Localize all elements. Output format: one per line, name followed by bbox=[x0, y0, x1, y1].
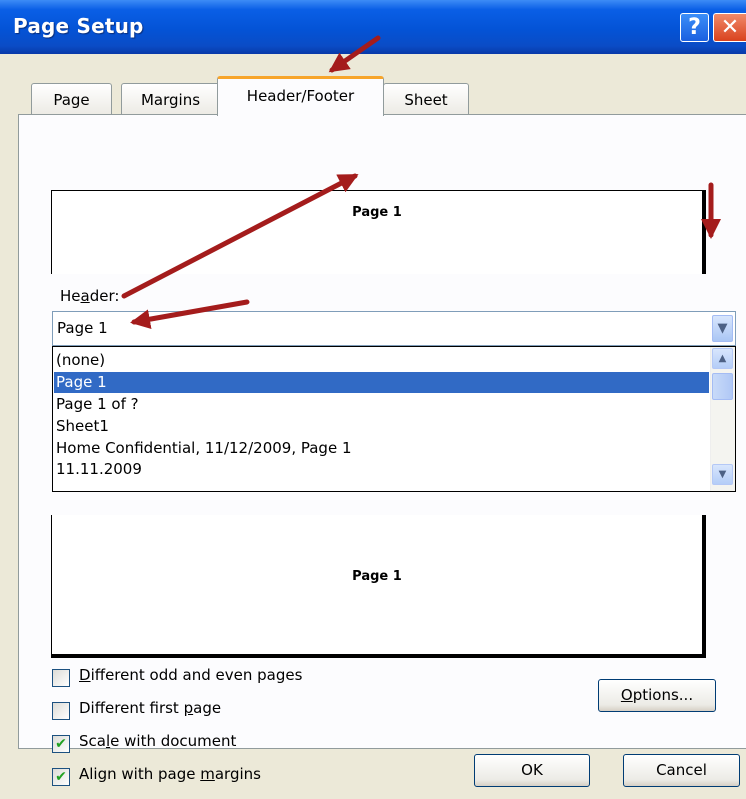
close-icon: ✕ bbox=[720, 15, 740, 40]
chevron-up-icon: ▲ bbox=[718, 353, 727, 364]
header-dropdown[interactable]: Page 1 ▼ bbox=[52, 311, 736, 346]
tab-label: Header/Footer bbox=[246, 87, 355, 105]
options-accesskey: O bbox=[620, 686, 633, 704]
help-button[interactable]: ? bbox=[680, 13, 709, 42]
footer-preview: Page 1 bbox=[51, 515, 706, 658]
cancel-label: Cancel bbox=[656, 761, 707, 779]
dropdown-button[interactable]: ▼ bbox=[712, 315, 733, 342]
header-label-part: He bbox=[60, 287, 81, 305]
checkmark-icon: ✔ bbox=[55, 736, 67, 752]
align-with-page-margins-checkbox[interactable]: ✔ bbox=[52, 768, 70, 786]
header-dropdown-list[interactable]: (none) Page 1 Page 1 of ? Sheet1 Home Co… bbox=[52, 346, 736, 492]
options-label: ptions... bbox=[632, 686, 694, 704]
header-label: Header: bbox=[60, 287, 119, 305]
header-label-part: der: bbox=[89, 287, 120, 305]
checkbox-label: Align with page margins bbox=[79, 765, 261, 783]
ok-button[interactable]: OK bbox=[474, 754, 590, 787]
checkmark-icon: ✔ bbox=[55, 769, 67, 785]
header-preview: Page 1 bbox=[51, 190, 706, 274]
label-part: e with document bbox=[110, 732, 237, 750]
chevron-down-icon: ▼ bbox=[717, 321, 728, 336]
label-part: ifferent odd and even pages bbox=[90, 666, 303, 684]
title-bar[interactable]: Page Setup ? ✕ bbox=[0, 0, 746, 54]
dropdown-option[interactable]: Home Confidential, 11/12/2009, Page 1 bbox=[54, 438, 709, 459]
tab-sheet[interactable]: Sheet bbox=[383, 83, 469, 115]
help-icon: ? bbox=[688, 15, 701, 40]
tab-label: Margins bbox=[140, 91, 201, 109]
tab-margins[interactable]: Margins bbox=[121, 83, 220, 115]
label-part: Different first bbox=[79, 699, 184, 717]
header-dropdown-value: Page 1 bbox=[57, 319, 108, 337]
scrollbar-thumb[interactable] bbox=[712, 373, 733, 400]
dialog-body: Page Margins Header/Footer Sheet Page 1 … bbox=[9, 54, 746, 799]
label-part: argins bbox=[214, 765, 261, 783]
scale-with-document-checkbox[interactable]: ✔ bbox=[52, 735, 70, 753]
label-accesskey: D bbox=[79, 666, 91, 684]
tab-header-footer[interactable]: Header/Footer bbox=[217, 76, 384, 116]
scroll-up-button[interactable]: ▲ bbox=[712, 348, 733, 369]
header-label-accesskey: a bbox=[80, 287, 90, 305]
cancel-button[interactable]: Cancel bbox=[623, 754, 740, 787]
tab-label: Page bbox=[53, 91, 90, 109]
window-title: Page Setup bbox=[13, 14, 144, 38]
dropdown-option-selected[interactable]: Page 1 bbox=[54, 372, 709, 393]
different-first-page-checkbox[interactable] bbox=[52, 702, 70, 720]
tab-label: Sheet bbox=[404, 91, 448, 109]
checkbox-label: Different odd and even pages bbox=[79, 666, 302, 684]
label-accesskey: p bbox=[183, 699, 194, 717]
scroll-down-button[interactable]: ▼ bbox=[712, 464, 733, 485]
label-part: age bbox=[193, 699, 222, 717]
label-part: Sca bbox=[79, 732, 106, 750]
checkbox-label: Different first page bbox=[79, 699, 221, 717]
dropdown-option[interactable]: Page 1 of ? bbox=[54, 394, 709, 415]
different-odd-even-checkbox[interactable] bbox=[52, 669, 70, 687]
page-setup-window: Page Setup ? ✕ Page Margins Header/Foote… bbox=[0, 0, 746, 799]
dropdown-option[interactable]: 11.11.2009 bbox=[54, 459, 709, 480]
tab-page[interactable]: Page bbox=[31, 83, 112, 115]
label-accesskey: m bbox=[200, 765, 215, 783]
header-footer-panel: Page 1 Header: Page 1 ▼ (none) Page 1 Pa… bbox=[18, 114, 746, 786]
close-button[interactable]: ✕ bbox=[713, 13, 746, 42]
footer-preview-text: Page 1 bbox=[352, 569, 402, 584]
options-button[interactable]: Options... bbox=[598, 679, 716, 712]
dropdown-scrollbar[interactable]: ▲ ▼ bbox=[710, 347, 735, 491]
dropdown-option[interactable]: (none) bbox=[54, 350, 709, 371]
label-part: Align with page bbox=[79, 765, 201, 783]
checkbox-label: Scale with document bbox=[79, 732, 236, 750]
chevron-down-icon: ▼ bbox=[718, 469, 727, 480]
dropdown-option[interactable]: Sheet1 bbox=[54, 416, 709, 437]
header-preview-text: Page 1 bbox=[352, 205, 402, 220]
ok-label: OK bbox=[521, 761, 543, 779]
